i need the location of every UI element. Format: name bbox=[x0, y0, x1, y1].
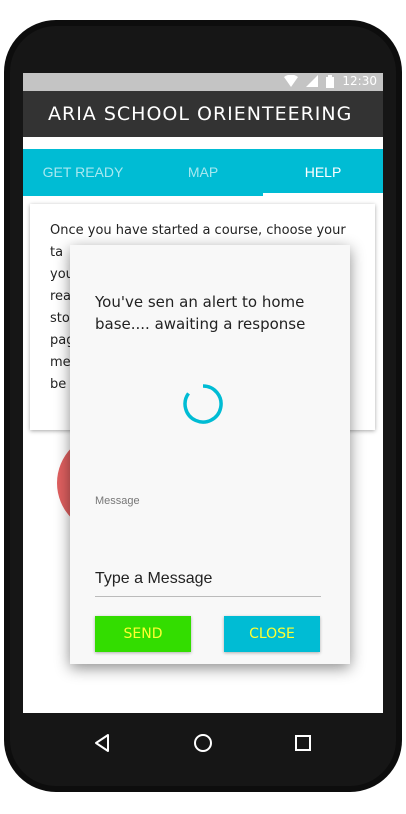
alert-dialog: You've sen an alert to home base.... awa… bbox=[70, 245, 350, 664]
tab-get-ready[interactable]: GET READY bbox=[23, 149, 143, 196]
send-button[interactable]: SEND bbox=[95, 616, 191, 652]
close-button[interactable]: CLOSE bbox=[224, 616, 320, 652]
tab-bar: GET READY MAP HELP bbox=[23, 149, 383, 196]
message-field-label: Message bbox=[95, 495, 140, 507]
status-bar: 12:30 bbox=[23, 73, 383, 91]
message-input[interactable]: Type a Message bbox=[95, 570, 321, 597]
battery-icon bbox=[326, 74, 335, 88]
tab-map[interactable]: MAP bbox=[143, 149, 263, 196]
wifi-icon bbox=[284, 75, 299, 87]
screen: 12:30 ARIA SCHOOL ORIENTEERING GET READY… bbox=[23, 73, 383, 713]
back-icon[interactable] bbox=[91, 731, 115, 755]
loading-spinner-icon bbox=[183, 384, 223, 424]
signal-icon bbox=[306, 75, 319, 87]
app-bar: ARIA SCHOOL ORIENTEERING bbox=[23, 91, 383, 137]
nav-bar bbox=[23, 713, 383, 773]
dialog-message: You've sen an alert to home base.... awa… bbox=[95, 293, 306, 333]
recents-icon[interactable] bbox=[291, 731, 315, 755]
help-line: Once you have started a course, choose y… bbox=[50, 223, 346, 238]
app-title: ARIA SCHOOL ORIENTEERING bbox=[48, 103, 353, 125]
status-time: 12:30 bbox=[342, 74, 377, 88]
home-icon[interactable] bbox=[191, 731, 215, 755]
tab-help[interactable]: HELP bbox=[263, 149, 383, 196]
